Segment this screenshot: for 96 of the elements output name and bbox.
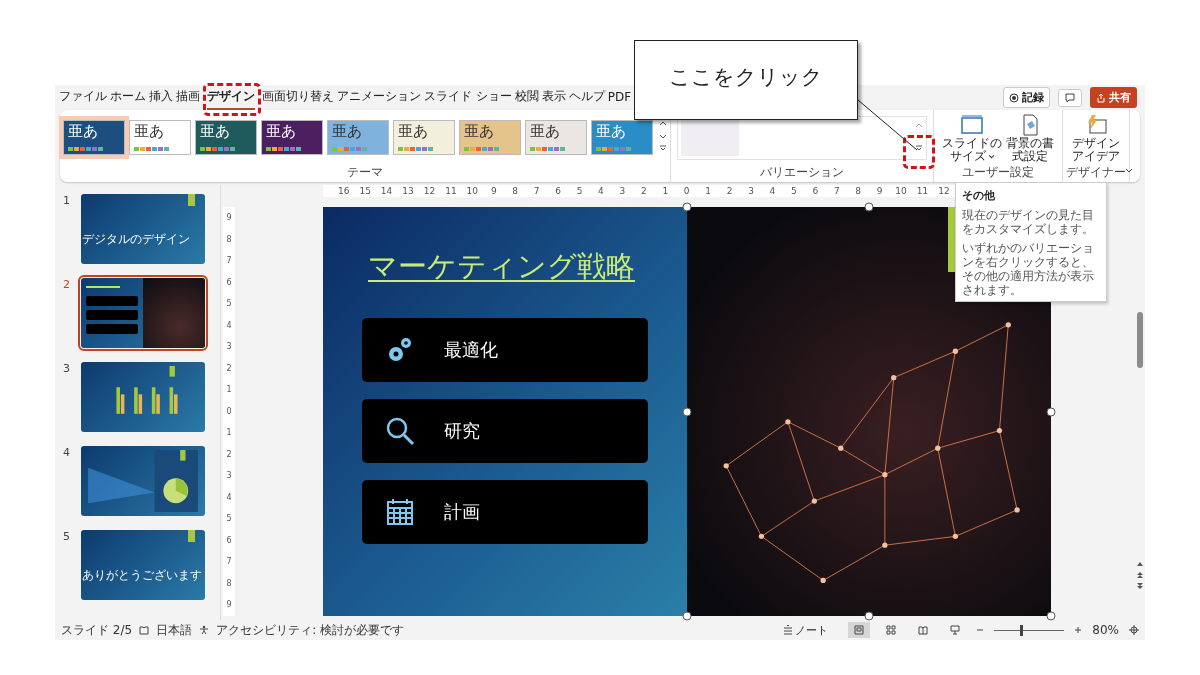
more-icon[interactable]	[659, 144, 667, 152]
ribbon-tab[interactable]: 挿入	[149, 85, 173, 110]
item-label: 研究	[444, 419, 480, 443]
ribbon-tab[interactable]: ホーム	[110, 85, 146, 110]
record-button[interactable]: 記録	[1003, 87, 1050, 108]
palette-icon	[596, 147, 632, 151]
ribbon-button[interactable]: スライドの サイズ	[942, 114, 1002, 163]
group-label: ユーザー設定	[962, 164, 1034, 181]
resize-handle[interactable]	[1046, 407, 1056, 416]
slide-number: 2	[62, 278, 71, 291]
zoom-percent[interactable]: 80%	[1092, 623, 1119, 637]
design-ideas-button[interactable]: デザイン アイデア	[1072, 114, 1120, 163]
accessibility-status[interactable]: アクセシビリティ: 検討が必要です	[216, 621, 404, 639]
palette-icon	[266, 147, 302, 151]
record-icon	[1009, 92, 1019, 103]
slide-thumbnail[interactable]: デジタルのデザイン	[81, 194, 205, 264]
resize-handle[interactable]	[864, 202, 874, 212]
tooltip-text: 現在のデザインの見た目をカスタマイズします。	[962, 208, 1095, 236]
ribbon-tab[interactable]: アニメーション	[337, 85, 421, 110]
notes-button[interactable]: ノート	[783, 622, 829, 638]
theme-thumbnail[interactable]: 亜あ	[261, 120, 323, 155]
language-label[interactable]: 日本語	[156, 621, 193, 639]
theme-thumbnail[interactable]: 亜あ	[591, 120, 653, 155]
resize-handle[interactable]	[1046, 611, 1056, 621]
resize-handle[interactable]	[682, 202, 692, 212]
palette-icon	[134, 147, 170, 151]
palette-icon	[464, 147, 500, 151]
ribbon-tab[interactable]: 画面切り替え	[262, 85, 334, 110]
highlight-frame	[203, 83, 261, 116]
previous-slide-icon[interactable]	[1136, 571, 1144, 579]
slide-number: 3	[62, 362, 71, 375]
ribbon-tab[interactable]: スライド ショー	[424, 85, 512, 110]
comment-button[interactable]	[1058, 88, 1082, 107]
group-label: テーマ	[347, 164, 383, 181]
ribbon-tab[interactable]: 校閲	[514, 85, 539, 110]
theme-thumbnail[interactable]: 亜あ	[129, 120, 191, 155]
slide-size-icon	[960, 114, 984, 136]
search-icon	[384, 415, 416, 447]
ribbon-tab[interactable]: 描画	[176, 85, 200, 110]
theme-thumbnail[interactable]: 亜あ	[459, 120, 521, 155]
ribbon-tab[interactable]: ヘルプ	[568, 85, 605, 110]
thumbnail-title: ありがとうございます	[82, 567, 202, 584]
ribbon-button[interactable]: 背景の書 式設定	[1006, 114, 1054, 163]
group-label: バリエーション	[760, 164, 844, 181]
calendar-icon	[384, 496, 416, 528]
comment-icon	[1065, 92, 1075, 103]
ribbon-tab[interactable]: PDF	[607, 86, 632, 109]
book-icon[interactable]	[139, 625, 150, 635]
scrollbar-thumb[interactable]	[1137, 312, 1143, 368]
theme-thumbnail[interactable]: 亜あ	[195, 120, 257, 155]
thumbnail-title: デジタルのデザイン	[82, 231, 190, 248]
palette-icon	[68, 147, 104, 151]
palette-icon	[332, 147, 368, 151]
notes-icon	[783, 625, 794, 635]
variation-placeholder	[681, 120, 739, 156]
slide-number: 5	[62, 530, 71, 543]
resize-handle[interactable]	[682, 407, 692, 416]
item-label: 計画	[444, 500, 480, 524]
theme-thumbnail[interactable]: 亜あ	[393, 120, 455, 155]
resize-handle[interactable]	[682, 611, 692, 621]
accessibility-icon[interactable]	[199, 625, 210, 635]
scroll-up-icon[interactable]	[659, 120, 667, 128]
resize-handle[interactable]	[864, 611, 874, 621]
slide-number: 1	[62, 194, 71, 207]
caret-icon	[987, 153, 995, 160]
ribbon-tab[interactable]: ファイル	[59, 85, 107, 110]
theme-thumbnail[interactable]: 亜あ	[525, 120, 587, 155]
callout-text: ここをクリック	[669, 64, 823, 91]
scroll-down-icon[interactable]	[659, 132, 667, 140]
slide-thumbnail[interactable]: ありがとうございます	[81, 530, 205, 600]
tooltip-text: いずれかのバリエーションを右クリックすると、その他の適用方法が表示されます。	[962, 241, 1095, 297]
more-icon[interactable]	[915, 144, 923, 152]
share-button[interactable]: 共有	[1090, 87, 1137, 108]
vertical-ruler: 9 8 7 6 5 4 3 2 1 0 1 2 3 4 5 6 7 8 9	[223, 207, 235, 616]
palette-icon	[200, 147, 236, 151]
share-icon	[1096, 92, 1106, 103]
fit-to-window-icon[interactable]	[1129, 625, 1139, 635]
scroll-up-icon[interactable]	[1136, 560, 1144, 568]
group-label: デザイナー	[1066, 164, 1126, 181]
theme-thumbnail[interactable]: 亜あ	[327, 120, 389, 155]
item-label: 最適化	[444, 338, 498, 362]
slide-number: 4	[62, 446, 71, 459]
slide-counter: スライド 2/5	[61, 621, 133, 639]
accent-bar	[188, 194, 195, 206]
palette-icon	[530, 147, 566, 151]
slide-title: マーケティング戦略	[368, 248, 636, 285]
next-slide-icon[interactable]	[1136, 582, 1144, 590]
photo-placeholder	[143, 278, 205, 348]
palette-icon	[398, 147, 434, 151]
highlight-frame	[903, 135, 935, 169]
slide-thumbnail[interactable]	[81, 278, 205, 348]
ribbon-tab[interactable]: 表示	[541, 85, 566, 110]
zoom-in-icon[interactable]	[1074, 626, 1083, 634]
accent-bar	[188, 530, 195, 542]
tooltip-title: その他	[962, 188, 996, 203]
normal-view-icon[interactable]	[848, 622, 871, 638]
